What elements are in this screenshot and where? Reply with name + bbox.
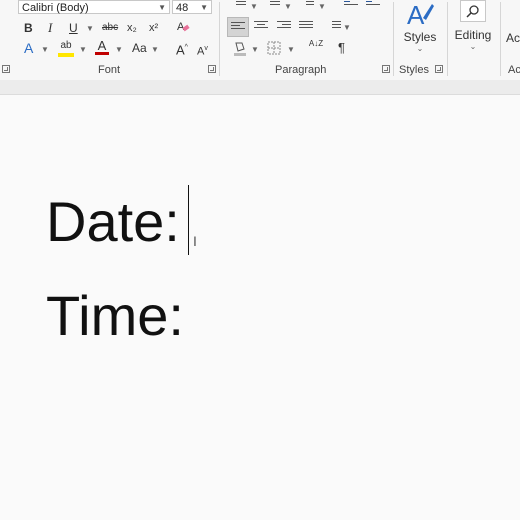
shrink-font-button[interactable]: Av: [197, 41, 208, 60]
chevron-down-icon: ⌄: [469, 42, 477, 51]
chevron-down-icon: ⌄: [416, 44, 424, 53]
decrease-indent-icon[interactable]: [344, 1, 358, 13]
date-line: Date:: [46, 190, 180, 253]
svg-text:A: A: [177, 21, 185, 33]
text-cursor: [188, 185, 189, 255]
cut-off-group-label: Ac: [508, 64, 520, 76]
font-color-dropdown-icon[interactable]: ▼: [115, 45, 123, 54]
strikethrough-button[interactable]: abc: [102, 20, 118, 36]
ibeam-cursor-icon: I: [193, 233, 197, 249]
highlight-dropdown-icon[interactable]: ▼: [79, 45, 87, 54]
editing-button[interactable]: Editing ⌄: [451, 0, 495, 51]
shading-dropdown-icon[interactable]: ▼: [251, 45, 259, 54]
styles-dialog-launcher-icon[interactable]: [435, 65, 443, 73]
numbering-dropdown-icon[interactable]: ▼: [284, 2, 292, 11]
ribbon: Calibri (Body) ▼ 48 ▼ B I U ▼ abc x₂ x² …: [0, 0, 520, 81]
group-separator: [500, 2, 501, 76]
font-name-dropdown[interactable]: Calibri (Body) ▼: [18, 0, 170, 14]
sort-button[interactable]: A↓Z: [308, 40, 324, 48]
line-spacing-dropdown-icon[interactable]: ▼: [343, 23, 351, 32]
highlight-label: ab: [60, 40, 72, 51]
subscript-button[interactable]: x₂: [127, 20, 137, 36]
editing-icon-frame: [460, 0, 486, 22]
font-size-value: 48: [176, 2, 189, 14]
highlight-button[interactable]: ab: [58, 38, 74, 57]
font-group-label: Font: [98, 64, 121, 76]
align-right-icon[interactable]: [277, 21, 291, 33]
paragraph-dialog-launcher-icon[interactable]: [382, 65, 390, 73]
svg-text:A: A: [407, 0, 425, 28]
font-color-label: A: [97, 38, 107, 53]
paragraph-group-label: Paragraph: [275, 64, 327, 76]
ribbon-bottom-bar: [0, 80, 520, 95]
chevron-down-icon: ▼: [158, 3, 166, 12]
bullets-icon[interactable]: [232, 1, 246, 13]
change-case-button[interactable]: Aa: [132, 40, 147, 56]
superscript-button[interactable]: x²: [149, 20, 158, 36]
styles-button[interactable]: A Styles ⌄: [398, 0, 442, 53]
shading-button[interactable]: [232, 40, 248, 60]
underline-dropdown-icon[interactable]: ▼: [86, 24, 94, 33]
editing-label: Editing: [454, 28, 492, 42]
change-case-dropdown-icon[interactable]: ▼: [151, 45, 159, 54]
text-effects-dropdown-icon[interactable]: ▼: [41, 45, 49, 54]
grow-font-label: A: [176, 42, 185, 58]
borders-dropdown-icon[interactable]: ▼: [287, 45, 295, 54]
bold-button[interactable]: B: [24, 20, 33, 36]
clear-formatting-icon[interactable]: A: [176, 19, 190, 37]
increase-indent-icon[interactable]: [366, 1, 380, 13]
font-dialog-launcher-icon[interactable]: [208, 65, 216, 73]
multilevel-list-icon[interactable]: [300, 1, 314, 13]
bullets-dropdown-icon[interactable]: ▼: [250, 2, 258, 11]
justify-icon[interactable]: [299, 21, 313, 33]
multilevel-dropdown-icon[interactable]: ▼: [318, 2, 326, 11]
line-spacing-icon[interactable]: [327, 21, 341, 33]
clipboard-dialog-launcher-icon[interactable]: [2, 65, 10, 73]
center-align-icon[interactable]: [254, 21, 268, 33]
search-icon: [466, 5, 479, 18]
styles-group-label: Styles: [399, 64, 429, 76]
font-name-value: Calibri (Body): [22, 2, 89, 14]
group-separator: [219, 2, 220, 76]
highlight-color-bar: [58, 53, 74, 57]
font-size-dropdown[interactable]: 48 ▼: [172, 0, 212, 14]
borders-button[interactable]: [267, 41, 281, 59]
sort-label: A↓Z: [308, 39, 324, 48]
show-marks-button[interactable]: ¶: [338, 40, 345, 56]
group-separator: [393, 2, 394, 76]
time-line: Time:: [46, 284, 184, 347]
align-left-button[interactable]: [227, 17, 249, 37]
underline-button[interactable]: U: [69, 20, 78, 36]
numbering-icon[interactable]: [266, 1, 280, 13]
italic-button[interactable]: I: [48, 20, 52, 36]
group-separator: [447, 2, 448, 76]
chevron-down-icon: ▼: [200, 3, 208, 12]
text-effects-button[interactable]: A: [24, 40, 33, 56]
grow-font-button[interactable]: A^: [176, 40, 188, 58]
align-left-icon: [231, 22, 245, 34]
font-color-button[interactable]: A: [95, 38, 109, 55]
styles-icon: A: [407, 0, 434, 30]
document-page[interactable]: Date: I Time:: [0, 95, 520, 520]
styles-label: Styles: [403, 30, 437, 44]
cut-off-button[interactable]: Ac: [506, 30, 520, 46]
